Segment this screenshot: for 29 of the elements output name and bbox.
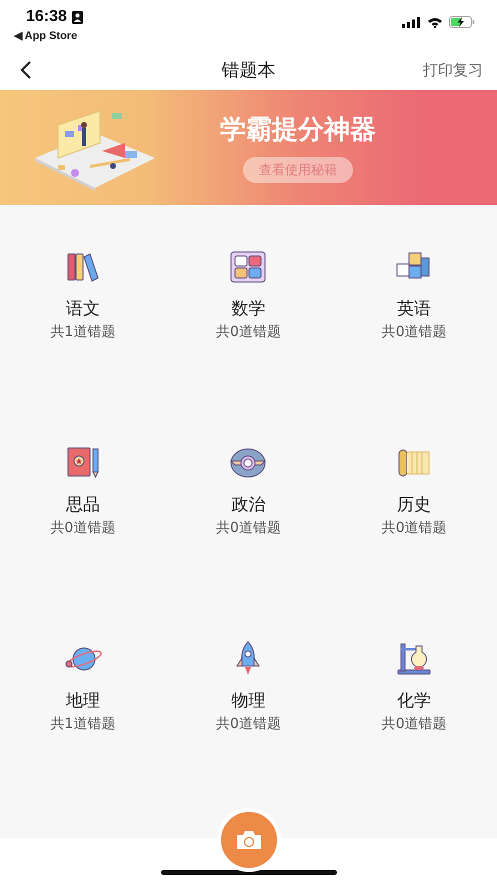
subject-name[interactable]: 数学: [231, 297, 266, 320]
back-to-app-link[interactable]: ◀ App Store: [14, 29, 83, 42]
subject-name[interactable]: 历史: [397, 493, 432, 516]
wifi-icon: [427, 16, 443, 28]
back-chevron-icon[interactable]: [20, 60, 32, 80]
camera-icon: [234, 829, 262, 851]
mistake-count: 共0道错题: [382, 323, 447, 341]
print-review-link[interactable]: 打印复习: [423, 60, 483, 80]
mistake-count: 共0道错题: [216, 715, 281, 733]
mistake-count: 共0道错题: [216, 323, 281, 341]
mistake-count: 共0道错题: [382, 715, 447, 733]
mistake-count: 共0道错题: [382, 519, 447, 537]
mistake-count: 共1道错题: [50, 323, 116, 341]
page-title: 错题本: [220, 59, 276, 82]
status-time: 16:38: [26, 8, 67, 26]
subject-name[interactable]: 地理: [66, 689, 100, 712]
subject-name[interactable]: 化学: [397, 689, 432, 712]
subject-name[interactable]: 物理: [231, 689, 266, 712]
subject-name[interactable]: 政治: [231, 493, 266, 516]
subject-name[interactable]: 思品: [66, 493, 100, 516]
signal-icon: [402, 16, 421, 28]
person-badge-icon: [72, 10, 83, 24]
mistake-count: 共0道错题: [216, 519, 281, 537]
mistake-count: 共0道错题: [50, 519, 116, 537]
subject-name[interactable]: 英语: [397, 297, 432, 320]
battery-charging-icon: [449, 16, 475, 28]
subject-name[interactable]: 语文: [66, 297, 100, 320]
mistake-count: 共1道错题: [50, 715, 116, 733]
banner-headline: 学霸提分神器: [220, 114, 376, 147]
